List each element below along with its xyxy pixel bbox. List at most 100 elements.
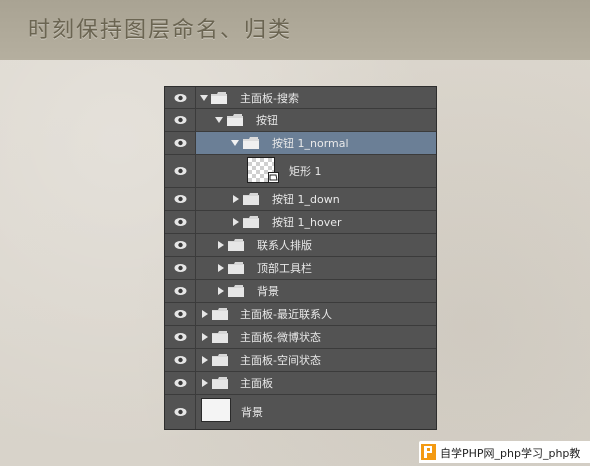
visibility-toggle[interactable] (165, 395, 196, 429)
layer-name: 主面板-搜索 (240, 91, 299, 105)
layer-name: 主面板 (240, 377, 273, 390)
visibility-toggle[interactable] (165, 303, 196, 325)
layer-name: 按钮 1_hover (272, 216, 342, 229)
folder-icon (243, 193, 259, 205)
folder-icon (212, 331, 228, 343)
triangle-right-icon[interactable] (201, 333, 209, 341)
triangle-down-icon[interactable] (200, 94, 208, 102)
layer-row[interactable]: 主面板-搜索 (165, 87, 436, 109)
triangle-right-icon[interactable] (217, 264, 225, 272)
triangle-right-icon[interactable] (232, 218, 240, 226)
eye-icon (174, 264, 187, 272)
triangle-right-icon[interactable] (217, 241, 225, 249)
layer-content[interactable]: 按钮 1_hover (196, 211, 436, 233)
eye-icon (174, 356, 187, 364)
layer-name: 按钮 1_down (272, 193, 340, 206)
folder-icon (227, 114, 243, 126)
eye-icon (174, 218, 187, 226)
folder-icon (228, 285, 244, 297)
visibility-toggle[interactable] (165, 132, 196, 154)
folder-icon (212, 354, 228, 366)
layer-content[interactable]: 按钮 1_normal (196, 132, 436, 154)
layer-content[interactable]: 主面板 (196, 372, 436, 394)
triangle-right-icon[interactable] (232, 195, 240, 203)
layer-row[interactable]: 主面板-空间状态 (165, 349, 436, 372)
layer-row-selected[interactable]: 按钮 1_normal (165, 132, 436, 155)
layer-row[interactable]: 背景 (165, 395, 436, 429)
layer-row[interactable]: 主面板-微博状态 (165, 326, 436, 349)
visibility-toggle[interactable] (165, 211, 196, 233)
folder-icon (243, 216, 259, 228)
layer-name: 主面板-空间状态 (240, 354, 321, 367)
layer-content[interactable]: 顶部工具栏 (196, 257, 436, 279)
triangle-down-icon[interactable] (231, 139, 239, 147)
layer-content[interactable]: 主面板-搜索 (196, 87, 436, 108)
layer-name: 主面板-微博状态 (240, 331, 321, 344)
triangle-right-icon[interactable] (201, 356, 209, 364)
layer-name: 背景 (241, 406, 263, 419)
layer-row[interactable]: 按钮 1_down (165, 188, 436, 211)
visibility-toggle[interactable] (165, 87, 196, 108)
layer-content[interactable]: 主面板-最近联系人 (196, 303, 436, 325)
layer-name: 背景 (257, 285, 279, 298)
vector-mask-icon (268, 172, 279, 183)
layer-name: 联系人排版 (257, 239, 312, 252)
eye-icon (174, 287, 187, 295)
visibility-toggle[interactable] (165, 257, 196, 279)
folder-icon (212, 377, 228, 389)
eye-icon (174, 408, 187, 416)
folder-icon (211, 91, 227, 104)
eye-icon (174, 379, 187, 387)
layer-content[interactable]: 背景 (196, 395, 436, 429)
watermark: 自学PHP网_php学习_php教 (419, 441, 590, 463)
watermark-text: 自学PHP网_php学习_php教 (440, 447, 581, 460)
layer-row[interactable]: 主面板-最近联系人 (165, 303, 436, 326)
layer-row[interactable]: 联系人排版 (165, 234, 436, 257)
triangle-right-icon[interactable] (201, 310, 209, 318)
eye-icon (174, 310, 187, 318)
layers-panel: 主面板-搜索 按钮 按钮 1_normal 矩形 1 按钮 1_down 按钮 … (164, 86, 437, 430)
triangle-right-icon[interactable] (201, 379, 209, 387)
layer-row[interactable]: 矩形 1 (165, 155, 436, 188)
layer-row[interactable]: 主面板 (165, 372, 436, 395)
php-logo-icon (421, 444, 436, 460)
eye-icon (174, 167, 187, 175)
eye-icon (174, 93, 187, 102)
visibility-toggle[interactable] (165, 188, 196, 210)
layer-name: 按钮 (256, 114, 278, 127)
eye-icon (174, 333, 187, 341)
eye-icon (174, 139, 187, 147)
layer-content[interactable]: 矩形 1 (196, 155, 436, 187)
eye-icon (174, 116, 187, 124)
folder-icon (228, 239, 244, 251)
layer-content[interactable]: 主面板-微博状态 (196, 326, 436, 348)
layer-content[interactable]: 联系人排版 (196, 234, 436, 256)
folder-icon (228, 262, 244, 274)
visibility-toggle[interactable] (165, 280, 196, 302)
folder-icon (243, 137, 259, 149)
triangle-down-icon[interactable] (215, 116, 223, 124)
layer-content[interactable]: 按钮 (196, 109, 436, 131)
layer-content[interactable]: 背景 (196, 280, 436, 302)
visibility-toggle[interactable] (165, 109, 196, 131)
layer-row[interactable]: 顶部工具栏 (165, 257, 436, 280)
layer-row[interactable]: 按钮 1_hover (165, 211, 436, 234)
layer-row[interactable]: 按钮 (165, 109, 436, 132)
layer-name: 顶部工具栏 (257, 262, 312, 275)
visibility-toggle[interactable] (165, 326, 196, 348)
visibility-toggle[interactable] (165, 349, 196, 371)
eye-icon (174, 195, 187, 203)
layer-name: 按钮 1_normal (272, 137, 349, 150)
layer-thumbnail[interactable] (201, 398, 231, 422)
layer-content[interactable]: 按钮 1_down (196, 188, 436, 210)
visibility-toggle[interactable] (165, 372, 196, 394)
visibility-toggle[interactable] (165, 234, 196, 256)
layer-row[interactable]: 背景 (165, 280, 436, 303)
header-banner: 时刻保持图层命名、归类 (0, 0, 590, 60)
visibility-toggle[interactable] (165, 155, 196, 187)
triangle-right-icon[interactable] (217, 287, 225, 295)
eye-icon (174, 241, 187, 249)
layer-name: 主面板-最近联系人 (240, 308, 332, 321)
layer-content[interactable]: 主面板-空间状态 (196, 349, 436, 371)
layer-name: 矩形 1 (289, 165, 322, 178)
